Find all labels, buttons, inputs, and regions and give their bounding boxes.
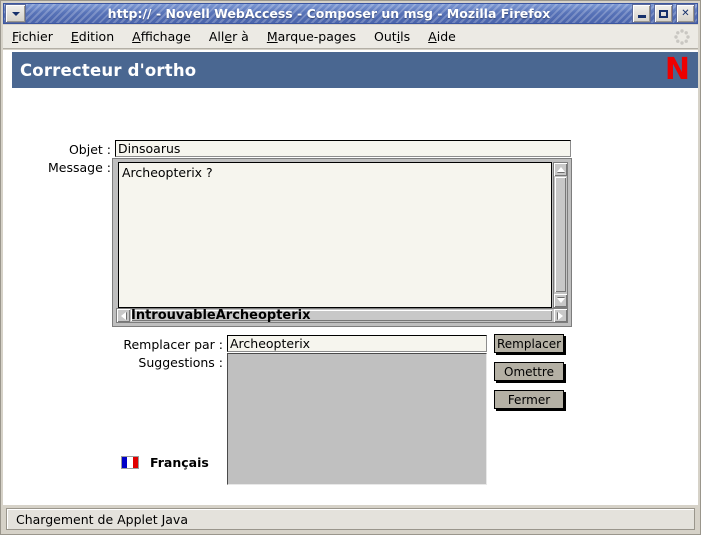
- scroll-left-button[interactable]: [117, 309, 130, 322]
- scroll-up-button[interactable]: [554, 163, 567, 176]
- replace-label: Remplacer par :: [123, 337, 223, 352]
- chevron-down-icon: [11, 11, 20, 16]
- window-controls: ✕: [632, 4, 695, 23]
- status-text: Chargement de Applet Java: [16, 511, 188, 527]
- language-indicator[interactable]: Français: [121, 455, 209, 470]
- vertical-scroll-thumb[interactable]: [555, 177, 566, 292]
- page-title: Correcteur d'ortho: [20, 60, 197, 80]
- minimize-button[interactable]: [632, 4, 651, 23]
- objet-label: Objet :: [68, 142, 111, 157]
- misspelled-word: IntrouvableArcheopterix: [131, 308, 311, 323]
- throbber-icon[interactable]: [674, 29, 690, 45]
- novell-n-logo: N: [664, 52, 690, 87]
- window-system-menu-button[interactable]: [5, 4, 26, 23]
- menu-item-aller-a[interactable]: Aller à: [200, 27, 258, 46]
- triangle-up-icon: [556, 167, 565, 172]
- triangle-right-icon: [558, 311, 563, 320]
- window-title: http:// - Novell WebAccess - Composer un…: [107, 6, 551, 21]
- skip-button[interactable]: Omettre: [494, 362, 564, 381]
- replace-button[interactable]: Remplacer: [494, 334, 564, 353]
- suggestions-label: Suggestions :: [138, 355, 223, 370]
- maximize-icon: [659, 9, 668, 18]
- menu-bar: Fichier Edition Affichage Aller à Marque…: [3, 25, 698, 49]
- replace-input[interactable]: [227, 335, 487, 352]
- status-bar: Chargement de Applet Java: [6, 508, 695, 530]
- message-textarea[interactable]: Archeopterix ?: [118, 162, 552, 308]
- browser-window: http:// - Novell WebAccess - Composer un…: [0, 0, 701, 535]
- close-button[interactable]: ✕: [676, 4, 695, 23]
- close-icon: ✕: [681, 7, 690, 19]
- spellcheck-applet: Objet : Message : Archeopterix ? Intro: [3, 90, 698, 500]
- menu-item-aide[interactable]: Aide: [419, 27, 465, 46]
- message-vertical-scrollbar[interactable]: [553, 162, 568, 308]
- menu-item-affichage[interactable]: Affichage: [123, 27, 200, 46]
- title-bar: http:// - Novell WebAccess - Composer un…: [3, 3, 698, 24]
- scroll-right-button[interactable]: [554, 309, 567, 322]
- objet-input[interactable]: [115, 140, 571, 157]
- message-frame: Archeopterix ?: [112, 158, 572, 327]
- suggestions-list[interactable]: [227, 353, 487, 485]
- menu-item-fichier[interactable]: Fichier: [3, 27, 62, 46]
- message-label: Message :: [48, 160, 111, 175]
- menu-item-edition[interactable]: Edition: [62, 27, 123, 46]
- france-flag-icon: [121, 456, 139, 469]
- triangle-down-icon: [556, 298, 565, 303]
- page-viewport: Correcteur d'ortho N Objet : Message : A…: [3, 50, 698, 505]
- menu-item-marque-pages[interactable]: Marque-pages: [258, 27, 365, 46]
- minimize-icon: [637, 14, 646, 18]
- menu-item-outils[interactable]: Outils: [365, 27, 419, 46]
- app-banner: Correcteur d'ortho N: [12, 52, 698, 88]
- triangle-left-icon: [121, 311, 126, 320]
- scroll-down-button[interactable]: [554, 294, 567, 307]
- language-label: Français: [150, 455, 209, 470]
- close-dialog-button[interactable]: Fermer: [494, 390, 564, 409]
- maximize-button[interactable]: [654, 4, 673, 23]
